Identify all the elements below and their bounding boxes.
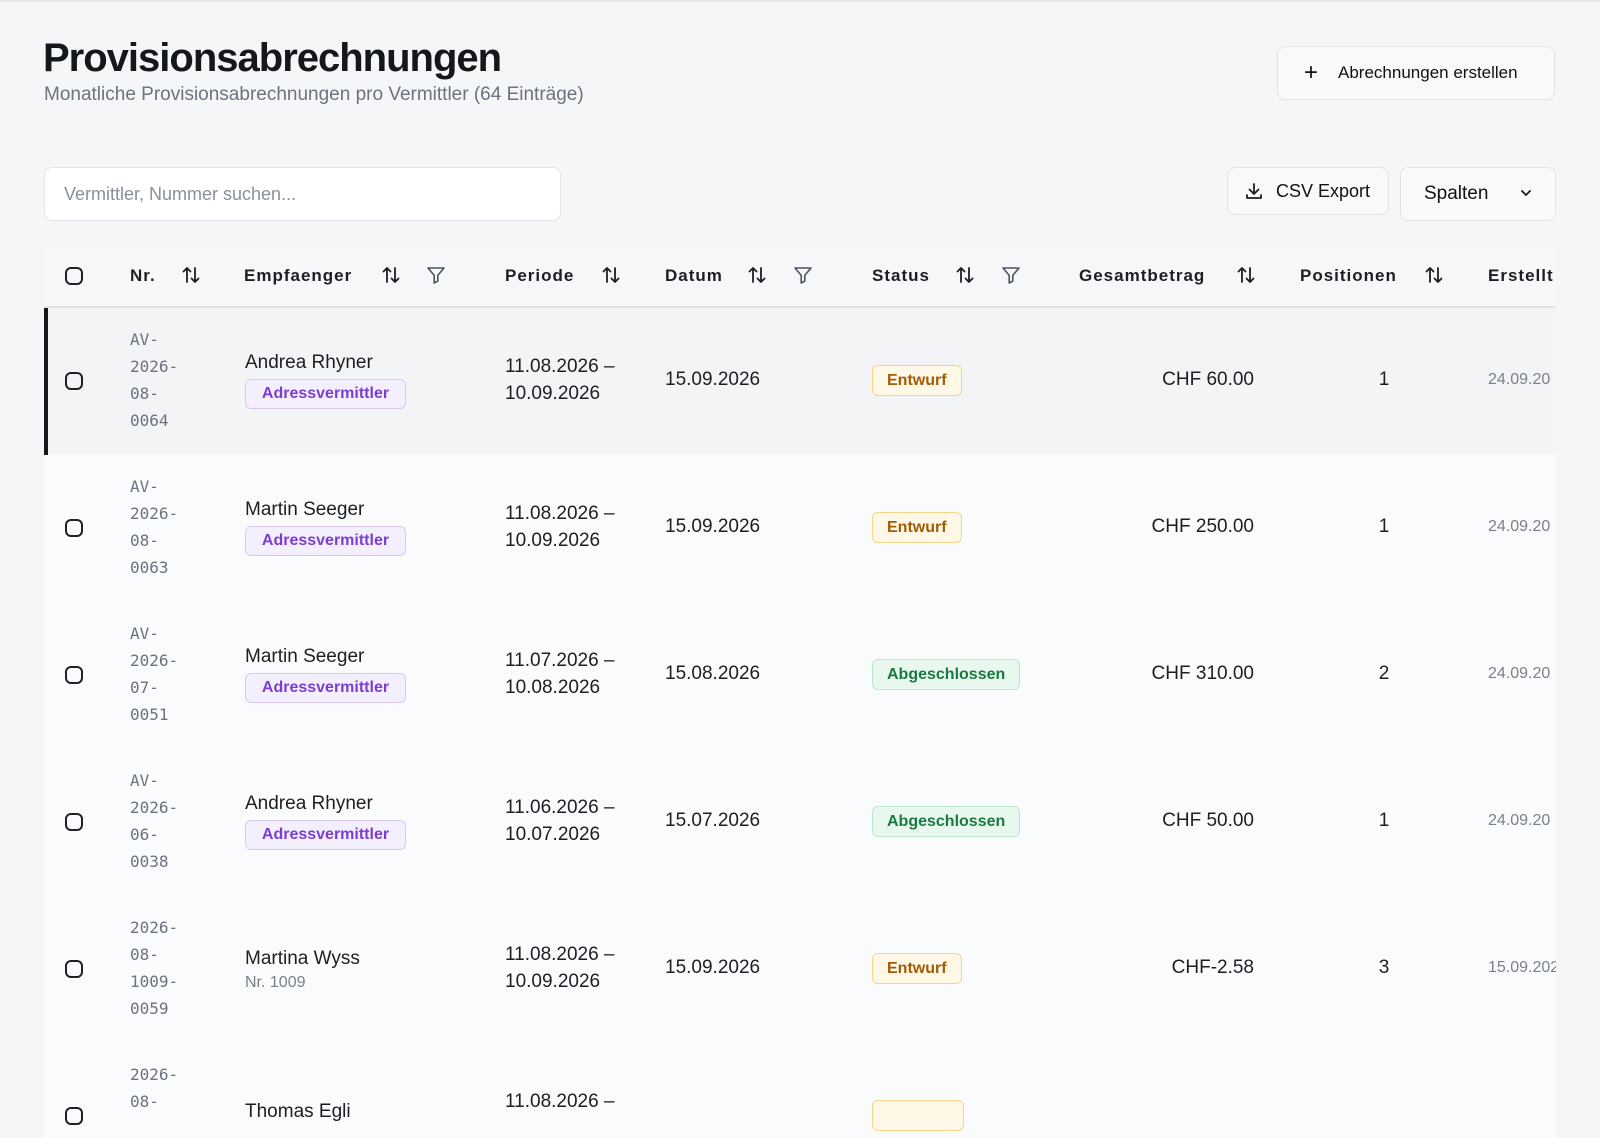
sort-icon[interactable] [746, 264, 768, 286]
filter-icon[interactable] [425, 264, 447, 286]
total-amount: CHF 60.00 [1162, 369, 1254, 390]
create-statements-button[interactable]: + Abrechnungen erstellen [1277, 46, 1555, 100]
total-amount: CHF 310.00 [1151, 663, 1254, 684]
total-amount: CHF 250.00 [1151, 516, 1254, 537]
select-all-checkbox[interactable] [65, 267, 83, 285]
positions-count: 1 [1378, 369, 1390, 390]
positions-count: 2 [1378, 663, 1390, 684]
csv-export-button[interactable]: CSV Export [1227, 167, 1389, 215]
positions-count: 3 [1378, 957, 1390, 978]
status-badge: Abgeschlossen [872, 806, 1021, 837]
recipient-name: Andrea Rhyner [245, 352, 373, 373]
column-header-empfaenger[interactable]: Empfaenger [244, 266, 352, 286]
created-date: 15.09.202 [1488, 959, 1556, 976]
statement-number: AV- 2026- 08- 0063 [130, 477, 179, 577]
total-amount: CHF-2.58 [1171, 957, 1254, 978]
chevron-down-icon [1521, 190, 1531, 196]
positions-count: 1 [1378, 516, 1390, 537]
recipient-name: Thomas Egli [245, 1101, 351, 1122]
column-header-status[interactable]: Status [872, 266, 930, 286]
statement-number: AV- 2026- 08- 0064 [130, 330, 179, 430]
created-date: 24.09.20 [1488, 518, 1551, 535]
sort-icon[interactable] [1235, 264, 1257, 286]
date: 15.08.2026 [665, 663, 761, 684]
column-header-erstellt[interactable]: Erstellt [1488, 266, 1554, 286]
row-checkbox[interactable] [65, 519, 83, 537]
row-checkbox[interactable] [65, 813, 83, 831]
status-badge: Abgeschlossen [872, 659, 1021, 690]
table-row[interactable]: 2026- 08- Thomas Egli 11.08.2026 – [44, 1043, 1556, 1138]
filter-icon[interactable] [792, 264, 814, 286]
status-badge: Entwurf [872, 953, 962, 984]
column-header-periode[interactable]: Periode [505, 266, 574, 286]
top-border [0, 0, 1600, 2]
statement-number: AV- 2026- 07- 0051 [130, 624, 179, 724]
row-checkbox[interactable] [65, 1107, 83, 1125]
columns-dropdown[interactable]: Spalten [1400, 167, 1556, 221]
period: 11.08.2026 – 10.09.2026 [505, 944, 615, 992]
status-badge: Entwurf [872, 512, 962, 543]
date: 15.07.2026 [665, 810, 761, 831]
sort-icon[interactable] [1423, 264, 1445, 286]
statement-number: AV- 2026- 06- 0038 [130, 771, 179, 871]
role-badge: Adressvermittler [245, 673, 406, 703]
filter-icon[interactable] [1000, 264, 1022, 286]
created-date: 24.09.20 [1488, 812, 1551, 829]
role-badge: Adressvermittler [245, 820, 406, 850]
column-header-nr[interactable]: Nr. [130, 266, 156, 286]
role-badge: Adressvermittler [245, 379, 406, 409]
page-title: Provisionsabrechnungen [43, 36, 502, 80]
sort-icon[interactable] [600, 264, 622, 286]
status-badge: Entwurf [872, 365, 962, 396]
table-row[interactable]: AV- 2026- 06- 0038 Andrea Rhyner Adressv… [44, 749, 1556, 897]
table-row[interactable]: AV- 2026- 07- 0051 Martin Seeger Adressv… [44, 602, 1556, 750]
role-badge: Adressvermittler [245, 526, 406, 556]
status-badge [872, 1100, 964, 1131]
column-header-datum[interactable]: Datum [665, 266, 723, 286]
row-checkbox[interactable] [65, 960, 83, 978]
sort-icon[interactable] [954, 264, 976, 286]
total-amount: CHF 50.00 [1162, 810, 1254, 831]
columns-label: Spalten [1424, 183, 1489, 204]
positions-count: 1 [1378, 810, 1390, 831]
csv-export-label: CSV Export [1276, 180, 1371, 201]
created-date: 24.09.20 [1488, 371, 1551, 388]
period: 11.06.2026 – 10.07.2026 [505, 797, 615, 845]
sort-icon[interactable] [180, 264, 202, 286]
date: 15.09.2026 [665, 516, 761, 537]
table-row[interactable]: 2026- 08- 1009- 0059 Martina Wyss Nr. 10… [44, 896, 1556, 1044]
recipient-name: Martina Wyss [245, 948, 360, 969]
create-statements-label: Abrechnungen erstellen [1338, 63, 1518, 82]
plus-icon: + [1304, 59, 1319, 86]
table-row[interactable]: AV- 2026- 08- 0064 Andrea Rhyner Adressv… [44, 308, 1556, 456]
period: 11.08.2026 – 10.09.2026 [505, 503, 615, 551]
recipient-name: Martin Seeger [245, 646, 365, 667]
row-checkbox[interactable] [65, 372, 83, 390]
page-subtitle: Monatliche Provisionsabrechnungen pro Ve… [44, 84, 584, 105]
date: 15.09.2026 [665, 369, 761, 390]
created-date: 24.09.20 [1488, 665, 1551, 682]
column-header-positionen[interactable]: Positionen [1300, 266, 1397, 286]
recipient-number: Nr. 1009 [245, 974, 306, 991]
search-input[interactable] [44, 167, 561, 221]
sort-icon[interactable] [380, 264, 402, 286]
period: 11.08.2026 – [505, 1091, 615, 1112]
recipient-name: Andrea Rhyner [245, 793, 373, 814]
row-checkbox[interactable] [65, 666, 83, 684]
table-header: Nr. Empfaenger Periode Datum Status Gesa… [44, 247, 1556, 308]
statement-number: 2026- 08- 1009- 0059 [130, 918, 179, 1018]
date: 15.09.2026 [665, 957, 761, 978]
period: 11.07.2026 – 10.08.2026 [505, 650, 615, 698]
statement-number: 2026- 08- [130, 1065, 179, 1111]
selected-row-indicator [44, 308, 48, 455]
recipient-name: Martin Seeger [245, 499, 365, 520]
table-row[interactable]: AV- 2026- 08- 0063 Martin Seeger Adressv… [44, 455, 1556, 603]
period: 11.08.2026 – 10.09.2026 [505, 356, 615, 404]
download-icon [1246, 183, 1262, 199]
column-header-gesamtbetrag[interactable]: Gesamtbetrag [1079, 266, 1205, 286]
statements-table: Nr. Empfaenger Periode Datum Status Gesa… [44, 247, 1556, 1138]
